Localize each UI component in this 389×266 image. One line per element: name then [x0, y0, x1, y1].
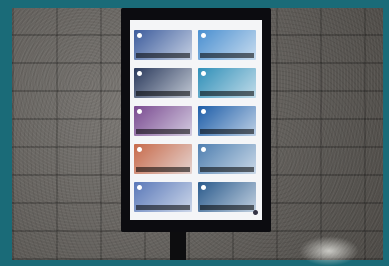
video-thumbnail-tile — [134, 68, 192, 98]
thumbnail-caption-bar — [200, 205, 254, 210]
photo-frame-left — [0, 0, 12, 266]
thumbnail-caption-bar — [136, 205, 190, 210]
photo-frame-top — [0, 0, 389, 8]
channel-avatar-icon — [201, 185, 206, 190]
channel-avatar-icon — [137, 33, 142, 38]
thumbnail-caption-bar — [200, 167, 254, 172]
video-thumbnail-tile — [198, 106, 256, 136]
channel-avatar-icon — [201, 71, 206, 76]
thumbnail-caption-bar — [136, 53, 190, 58]
thumbnail-caption-bar — [200, 91, 254, 96]
video-thumbnail-tile — [198, 182, 256, 212]
video-thumbnail-tile — [198, 30, 256, 60]
video-thumbnail-tile — [198, 68, 256, 98]
thumbnail-caption-bar — [136, 167, 190, 172]
video-thumbnail-tile — [134, 30, 192, 60]
channel-avatar-icon — [201, 109, 206, 114]
floor-light-reflection — [299, 236, 359, 266]
video-thumbnail-tile — [134, 144, 192, 174]
video-thumbnail-tile — [134, 182, 192, 212]
channel-avatar-icon — [137, 147, 142, 152]
video-thumbnail-tile — [134, 106, 192, 136]
channel-avatar-icon — [201, 33, 206, 38]
photo-frame-right — [383, 0, 389, 266]
monitor-stand — [170, 228, 186, 260]
thumbnail-caption-bar — [200, 53, 254, 58]
channel-avatar-icon — [137, 185, 142, 190]
channel-avatar-icon — [137, 71, 142, 76]
channel-avatar-icon — [201, 147, 206, 152]
channel-avatar-icon — [137, 109, 142, 114]
thumbnail-caption-bar — [136, 129, 190, 134]
monitor-screen — [130, 20, 262, 220]
video-thumbnail-tile — [198, 144, 256, 174]
thumbnail-caption-bar — [200, 129, 254, 134]
thumbnail-caption-bar — [136, 91, 190, 96]
power-indicator — [253, 210, 258, 215]
